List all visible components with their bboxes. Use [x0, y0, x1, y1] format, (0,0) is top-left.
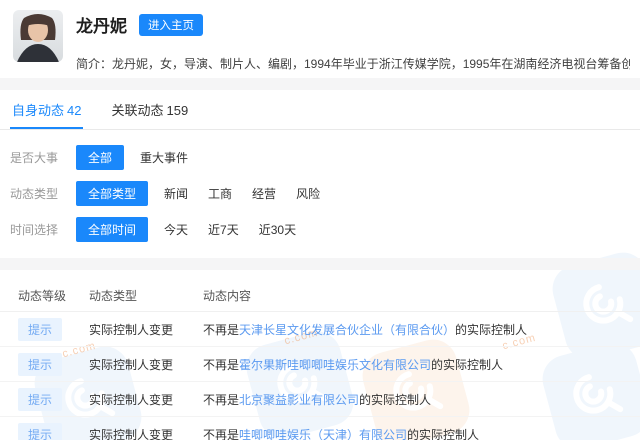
dynamics-table: 动态等级 动态类型 动态内容 提示 实际控制人变更 不再是天津长星文化发展合伙企…: [0, 270, 640, 440]
company-link[interactable]: 哇唧唧哇娱乐（天津）有限公司: [239, 428, 407, 440]
table-header-row: 动态等级 动态类型 动态内容: [0, 280, 640, 312]
filter-option-all-selected[interactable]: 全部: [76, 144, 125, 170]
dynamic-content-cell: 不再是霍尔果斯哇唧唧哇娱乐文化有限公司的实际控制人: [203, 357, 504, 372]
dynamic-type-cell: 实际控制人变更: [89, 427, 174, 440]
filter-option-all-time-selected[interactable]: 全部时间: [76, 216, 149, 242]
filter-option-last-7-days[interactable]: 近7天: [208, 221, 239, 238]
column-header-level: 动态等级: [18, 289, 67, 303]
filter-option-risk[interactable]: 风险: [296, 185, 320, 202]
section-divider: [0, 78, 640, 90]
tab-related-count: 159: [166, 103, 189, 118]
filter-label-major-event: 是否大事: [10, 150, 59, 165]
dynamic-type-cell: 实际控制人变更: [89, 392, 174, 407]
person-dynamics-page: c.com c.com c.com 龙丹妮 进入主页 简介：龙丹妮，女，导演、制…: [0, 0, 640, 440]
dynamic-type-cell: 实际控制人变更: [89, 357, 174, 372]
dynamic-content-cell: 不再是天津长星文化发展合伙企业（有限合伙）的实际控制人: [203, 322, 528, 337]
filter-panel: 是否大事 全部 重大事件 动态类型 全部类型 新闻 工商 经营 风险 时间选择 …: [0, 130, 640, 258]
enter-homepage-button[interactable]: 进入主页: [139, 13, 203, 36]
profile-name: 龙丹妮: [76, 17, 127, 36]
tab-self-dynamics[interactable]: 自身动态 42: [10, 90, 84, 129]
table-row: 提示 实际控制人变更 不再是天津长星文化发展合伙企业（有限合伙）的实际控制人: [0, 312, 640, 347]
company-link[interactable]: 天津长星文化发展合伙企业（有限合伙）: [239, 323, 455, 337]
filter-row-time-range: 时间选择 全部时间 今天 近7天 近30天: [10, 216, 640, 242]
level-badge: 提示: [18, 387, 63, 411]
section-divider: [0, 258, 640, 270]
company-link[interactable]: 霍尔果斯哇唧唧哇娱乐文化有限公司: [239, 358, 431, 372]
filter-option-today[interactable]: 今天: [164, 221, 188, 238]
table-row: 提示 实际控制人变更 不再是北京聚益影业有限公司的实际控制人: [0, 382, 640, 417]
dynamic-content-cell: 不再是北京聚益影业有限公司的实际控制人: [203, 392, 432, 407]
avatar-photo: [13, 10, 63, 62]
filter-label-dynamic-type: 动态类型: [10, 186, 59, 201]
dynamic-type-cell: 实际控制人变更: [89, 322, 174, 337]
tab-related-label: 关联动态: [111, 103, 164, 118]
filter-option-all-types-selected[interactable]: 全部类型: [76, 180, 149, 206]
tab-self-count: 42: [67, 103, 82, 118]
company-link[interactable]: 北京聚益影业有限公司: [239, 393, 359, 407]
tab-self-label: 自身动态: [12, 103, 65, 118]
filter-option-business-registry[interactable]: 工商: [208, 185, 232, 202]
filter-option-last-30-days[interactable]: 近30天: [259, 221, 296, 238]
column-header-type: 动态类型: [89, 289, 138, 303]
filter-row-major-event: 是否大事 全部 重大事件: [10, 144, 640, 170]
profile-intro: 简介：龙丹妮，女，导演、制片人、编剧，1994年毕业于浙江传媒学院，1995年在…: [76, 57, 630, 71]
filter-label-time-range: 时间选择: [10, 222, 59, 237]
tab-related-dynamics[interactable]: 关联动态 159: [109, 90, 190, 129]
filter-row-dynamic-type: 动态类型 全部类型 新闻 工商 经营 风险: [10, 180, 640, 206]
table-row: 提示 实际控制人变更 不再是哇唧唧哇娱乐（天津）有限公司的实际控制人: [0, 417, 640, 440]
filter-option-news[interactable]: 新闻: [164, 185, 188, 202]
profile-header: 龙丹妮 进入主页 简介：龙丹妮，女，导演、制片人、编剧，1994年毕业于浙江传媒…: [0, 0, 640, 78]
column-header-content: 动态内容: [203, 289, 252, 303]
dynamic-content-cell: 不再是哇唧唧哇娱乐（天津）有限公司的实际控制人: [203, 427, 480, 440]
filter-option-operation[interactable]: 经营: [252, 185, 276, 202]
level-badge: 提示: [18, 317, 63, 341]
filter-option-major-event[interactable]: 重大事件: [140, 149, 188, 166]
table-row: 提示 实际控制人变更 不再是霍尔果斯哇唧唧哇娱乐文化有限公司的实际控制人: [0, 347, 640, 382]
level-badge: 提示: [18, 352, 63, 376]
dynamics-tabbar: 自身动态 42 关联动态 159: [0, 90, 640, 130]
level-badge: 提示: [18, 422, 63, 440]
